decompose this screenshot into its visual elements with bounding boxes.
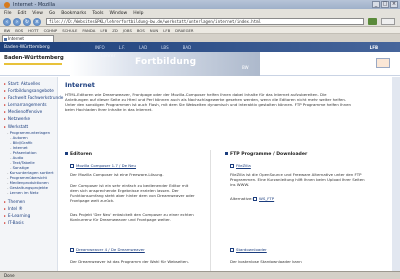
close-icon[interactable]: × [390, 1, 398, 8]
reload-icon[interactable]: ↻ [23, 17, 31, 26]
download-icon [230, 164, 234, 168]
logo-lehrer: Lehrer [101, 54, 116, 59]
go-button[interactable] [368, 18, 377, 25]
editor-text: Der Dreamweaver ist das Programm der Wah… [70, 259, 189, 264]
url-input[interactable]: file:///D:/WebsitesGPKL/lehrerfortbildun… [46, 18, 364, 25]
sidebar-sub-item[interactable]: Lernen im Netz [7, 190, 39, 195]
site-banner: Baden-Württemberg INFO L.F. LAD LBS BAD … [0, 42, 400, 52]
dreamweaver-link[interactable]: Dreamweaver 4 / De Dreamweaver [70, 247, 145, 252]
window-titlebar: Internet - Mozilla _ □ × [0, 0, 400, 9]
wsftp-link[interactable]: WS_FTP [253, 196, 274, 201]
navigation-toolbar: ‹ › ↻ × file:///D:/WebsitesGPKL/lehrerfo… [0, 17, 400, 27]
menu-go[interactable]: Go [49, 11, 55, 16]
site-header: Baden-Württemberg Lehrer Fortbildung BW [0, 52, 400, 76]
stardownloader-link[interactable]: Stardownloader [230, 247, 267, 252]
banner-nav-item[interactable]: BAD [183, 45, 192, 50]
bookmark-item[interactable]: JOBS [123, 28, 132, 33]
editor-text: Das Projekt 'Der Neu' entwickelt den Com… [70, 212, 194, 222]
download-icon [230, 248, 234, 252]
filezilla-link[interactable]: FileZilla [230, 163, 251, 168]
right-rail [392, 77, 400, 271]
minimize-icon[interactable]: _ [372, 1, 380, 8]
web-page: Baden-Württemberg INFO L.F. LAD LBS BAD … [0, 42, 400, 271]
editoren-heading: Editoren [65, 152, 92, 157]
sidebar-item-itbasis[interactable]: IT-Basis [4, 220, 24, 225]
sidebar-item-angebote[interactable]: Fortbildungsangebote [4, 88, 54, 93]
maximize-icon[interactable]: □ [381, 1, 389, 8]
bookmarks-toolbar: BW BOS HOTT CGHNP SCHULE PANDA LFB ZD JO… [0, 27, 400, 34]
bookmark-item[interactable]: SCHULE [62, 28, 77, 33]
banner-lfb[interactable]: LFB [370, 45, 378, 50]
mozilla-icon [4, 1, 10, 8]
window-controls: _ □ × [372, 1, 398, 8]
ftp-text: Der kostenlose Stardownloader kann [230, 259, 302, 264]
sidebar-item-intel[interactable]: Intel ® [4, 206, 23, 211]
sidebar-item-elearning[interactable]: E-Learning [4, 213, 30, 218]
main-content: Internet HTML-Editoren wie Dreamweaver, … [60, 77, 390, 271]
menu-file[interactable]: File [4, 11, 12, 16]
download-icon [70, 248, 74, 252]
tab-bar: Internet [0, 34, 400, 42]
bookmark-item[interactable]: LFB [163, 28, 170, 33]
bookmark-item[interactable]: BOS [15, 28, 23, 33]
back-icon[interactable]: ‹ [3, 17, 11, 26]
search-button[interactable] [381, 18, 395, 25]
forward-icon[interactable]: › [13, 17, 21, 26]
sidebar-item-medienoffensive[interactable]: Medienoffensive [4, 109, 42, 114]
emblem-icon [376, 58, 390, 68]
alternative-label: Alternative: [230, 196, 253, 201]
sidebar-item-lernarrangements[interactable]: Lernarrangements [4, 102, 47, 107]
state-label: Baden-Württemberg [4, 55, 64, 61]
download-icon [253, 197, 257, 201]
download-icon [70, 164, 74, 168]
menu-help[interactable]: Help [133, 11, 143, 16]
logo-bw: BW [242, 65, 249, 70]
menu-window[interactable]: Window [109, 11, 127, 16]
banner-brand: Baden-Württemberg [4, 44, 50, 50]
banner-nav-item[interactable]: LBS [161, 45, 168, 50]
sidebar-item-werkstatt[interactable]: Werkstatt [4, 124, 28, 129]
menu-bookmarks[interactable]: Bookmarks [61, 11, 86, 16]
bookmark-item[interactable]: ZD [112, 28, 118, 33]
status-bar: Done [0, 271, 400, 279]
menu-bar: File Edit View Go Bookmarks Tools Window… [0, 9, 400, 17]
banner-nav-item[interactable]: LAD [139, 45, 147, 50]
sidebar-item-start[interactable]: Start: Aktuelles [4, 81, 40, 86]
editor-text: Der Mozilla Composer ist eine Freeware-L… [70, 172, 164, 177]
sidebar-item-themen[interactable]: Themen [4, 199, 25, 204]
ftp-text: FileZilla ist die OpenSource und Freewar… [230, 172, 365, 187]
ftp-heading: FTP Programme / Downloader [225, 152, 307, 157]
bookmark-item[interactable]: CGHNP [44, 28, 58, 33]
banner-nav: INFO L.F. LAD LBS BAD [95, 45, 191, 50]
sidebar-item-fachwelt[interactable]: Fachwelt Fachwerkstrunde [4, 95, 63, 100]
intro-text: HTML-Editoren wie Dreamweaver, Frontpage… [65, 92, 351, 112]
bookmark-item[interactable]: PANDA [82, 28, 95, 33]
banner-nav-item[interactable]: INFO [95, 45, 105, 50]
sidebar: Start: Aktuelles Fortbildungsangebote Fa… [0, 77, 63, 271]
page-title: Internet [65, 81, 95, 89]
window-title: Internet - Mozilla [13, 1, 56, 8]
editor-text: Der Composer ist ein sehr einfach zu bed… [70, 183, 195, 203]
menu-edit[interactable]: Edit [18, 11, 27, 16]
menu-tools[interactable]: Tools [92, 11, 103, 16]
bookmark-item[interactable]: BOS [137, 28, 145, 33]
stop-icon[interactable]: × [33, 17, 41, 26]
sidebar-item-netzwerke[interactable]: Netzwerke [4, 116, 30, 121]
bookmark-item[interactable]: BW [4, 28, 10, 33]
tab-internet[interactable]: Internet [2, 35, 54, 42]
logo-fortbildung: Fortbildung [135, 57, 197, 67]
bookmark-item[interactable]: LFB [100, 28, 107, 33]
bookmark-item[interactable]: NUN [150, 28, 158, 33]
bookmark-item[interactable]: DRAEGER [175, 28, 193, 33]
column-divider [210, 150, 211, 271]
menu-view[interactable]: View [32, 11, 43, 16]
banner-nav-item[interactable]: L.F. [119, 45, 125, 50]
bookmark-item[interactable]: HOTT [28, 28, 38, 33]
mozilla-composer-link[interactable]: Mozilla Composer 1.7 / De Neu [70, 163, 136, 168]
state-mark [4, 63, 62, 65]
